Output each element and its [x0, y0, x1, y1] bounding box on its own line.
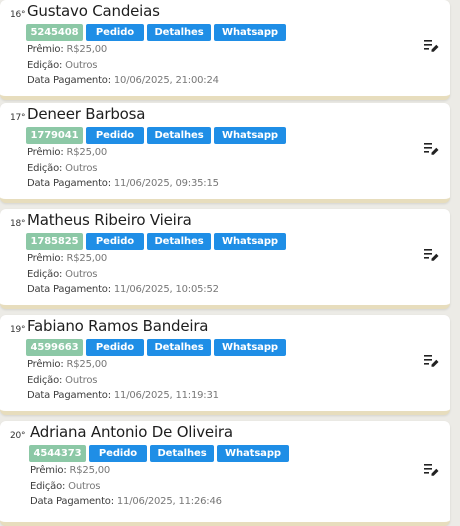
premio-row: Prêmio: R$25,00: [30, 465, 110, 477]
action-buttons: 4544373 Pedido Detalhes Whatsapp: [29, 445, 289, 462]
data-pagamento-label: Data Pagamento:: [27, 178, 111, 189]
data-pagamento-row: Data Pagamento: 10/06/2025, 21:00:24: [27, 75, 219, 87]
premio-row: Prêmio: R$25,00: [27, 253, 107, 265]
action-buttons: 1779041 Pedido Detalhes Whatsapp: [26, 127, 286, 144]
pedido-button[interactable]: Pedido: [86, 24, 144, 41]
pedido-button[interactable]: Pedido: [89, 445, 147, 462]
edit-list-icon[interactable]: [424, 247, 439, 261]
data-pagamento-label: Data Pagamento:: [27, 284, 111, 295]
rank-label: 19°: [10, 325, 26, 335]
rank-label: 18°: [10, 219, 26, 229]
list-item: 18° Matheus Ribeiro Vieira 1785825 Pedido De…: [0, 209, 450, 309]
edicao-label: Edição:: [27, 269, 63, 280]
order-code-badge: 4544373: [29, 445, 86, 462]
edicao-label: Edição:: [27, 375, 63, 386]
premio-label: Prêmio:: [27, 253, 64, 264]
order-code-badge: 1785825: [26, 233, 83, 250]
pedido-button[interactable]: Pedido: [86, 233, 144, 250]
participant-name: Gustavo Candeias: [27, 2, 160, 20]
participant-name: Matheus Ribeiro Vieira: [27, 211, 192, 229]
edit-list-icon[interactable]: [424, 353, 439, 367]
edicao-row: Edição: Outros: [27, 375, 98, 387]
data-pagamento-row: Data Pagamento: 11/06/2025, 10:05:52: [27, 284, 219, 296]
premio-row: Prêmio: R$25,00: [27, 44, 107, 56]
detalhes-button[interactable]: Detalhes: [147, 24, 211, 41]
rank-label: 17°: [10, 113, 26, 123]
data-pagamento-value: 11/06/2025, 11:26:46: [116, 496, 222, 507]
edicao-label: Edição:: [27, 60, 63, 71]
data-pagamento-label: Data Pagamento:: [27, 75, 111, 86]
detalhes-button[interactable]: Detalhes: [147, 339, 211, 356]
data-pagamento-row: Data Pagamento: 11/06/2025, 09:35:15: [27, 178, 219, 190]
data-pagamento-value: 11/06/2025, 09:35:15: [113, 178, 219, 189]
pedido-button[interactable]: Pedido: [86, 339, 144, 356]
edit-list-icon[interactable]: [424, 38, 439, 52]
participant-name: Deneer Barbosa: [27, 105, 146, 123]
edicao-label: Edição:: [30, 481, 66, 492]
premio-row: Prêmio: R$25,00: [27, 147, 107, 159]
edit-list-icon[interactable]: [424, 462, 439, 476]
edicao-value: Outros: [68, 481, 101, 492]
premio-label: Prêmio:: [27, 359, 64, 370]
premio-value: R$25,00: [66, 253, 108, 264]
list-item: 19° Fabiano Ramos Bandeira 4599663 Pedido De…: [0, 315, 450, 415]
edicao-label: Edição:: [27, 163, 63, 174]
detalhes-button[interactable]: Detalhes: [147, 233, 211, 250]
order-code-badge: 4599663: [26, 339, 83, 356]
order-code-badge: 1779041: [26, 127, 83, 144]
data-pagamento-label: Data Pagamento:: [27, 390, 111, 401]
action-buttons: 1785825 Pedido Detalhes Whatsapp: [26, 233, 286, 250]
premio-label: Prêmio:: [30, 465, 67, 476]
data-pagamento-value: 11/06/2025, 10:05:52: [113, 284, 219, 295]
detalhes-button[interactable]: Detalhes: [150, 445, 214, 462]
edicao-row: Edição: Outros: [27, 163, 98, 175]
whatsapp-button[interactable]: Whatsapp: [217, 445, 289, 462]
participant-name: Fabiano Ramos Bandeira: [27, 317, 209, 335]
participant-name: Adriana Antonio De Oliveira: [30, 423, 233, 441]
whatsapp-button[interactable]: Whatsapp: [214, 233, 286, 250]
premio-label: Prêmio:: [27, 147, 64, 158]
edicao-row: Edição: Outros: [27, 269, 98, 281]
list-item: 16° Gustavo Candeias 5245408 Pedido Detalhes…: [0, 0, 450, 100]
edicao-value: Outros: [65, 375, 98, 386]
list-item: 17° Deneer Barbosa 1779041 Pedido Detalhes Wh…: [0, 103, 450, 203]
edit-list-icon[interactable]: [424, 141, 439, 155]
whatsapp-button[interactable]: Whatsapp: [214, 339, 286, 356]
edicao-row: Edição: Outros: [30, 481, 101, 493]
whatsapp-button[interactable]: Whatsapp: [214, 24, 286, 41]
action-buttons: 4599663 Pedido Detalhes Whatsapp: [26, 339, 286, 356]
rank-label: 20°: [10, 431, 26, 441]
detalhes-button[interactable]: Detalhes: [147, 127, 211, 144]
data-pagamento-row: Data Pagamento: 11/06/2025, 11:26:46: [30, 496, 222, 508]
rank-label: 16°: [10, 10, 26, 20]
premio-value: R$25,00: [66, 359, 108, 370]
data-pagamento-value: 11/06/2025, 11:19:31: [113, 390, 219, 401]
premio-label: Prêmio:: [27, 44, 64, 55]
premio-row: Prêmio: R$25,00: [27, 359, 107, 371]
premio-value: R$25,00: [66, 44, 108, 55]
data-pagamento-value: 10/06/2025, 21:00:24: [113, 75, 219, 86]
premio-value: R$25,00: [69, 465, 111, 476]
order-code-badge: 5245408: [26, 24, 83, 41]
list-item: 20° Adriana Antonio De Oliveira 4544373 Ped…: [0, 421, 450, 526]
premio-value: R$25,00: [66, 147, 108, 158]
participant-list: 16° Gustavo Candeias 5245408 Pedido Detalhes…: [0, 0, 460, 526]
data-pagamento-row: Data Pagamento: 11/06/2025, 11:19:31: [27, 390, 219, 402]
edicao-value: Outros: [65, 60, 98, 71]
whatsapp-button[interactable]: Whatsapp: [214, 127, 286, 144]
data-pagamento-label: Data Pagamento:: [30, 496, 114, 507]
edicao-row: Edição: Outros: [27, 60, 98, 72]
action-buttons: 5245408 Pedido Detalhes Whatsapp: [26, 24, 286, 41]
edicao-value: Outros: [65, 163, 98, 174]
edicao-value: Outros: [65, 269, 98, 280]
pedido-button[interactable]: Pedido: [86, 127, 144, 144]
